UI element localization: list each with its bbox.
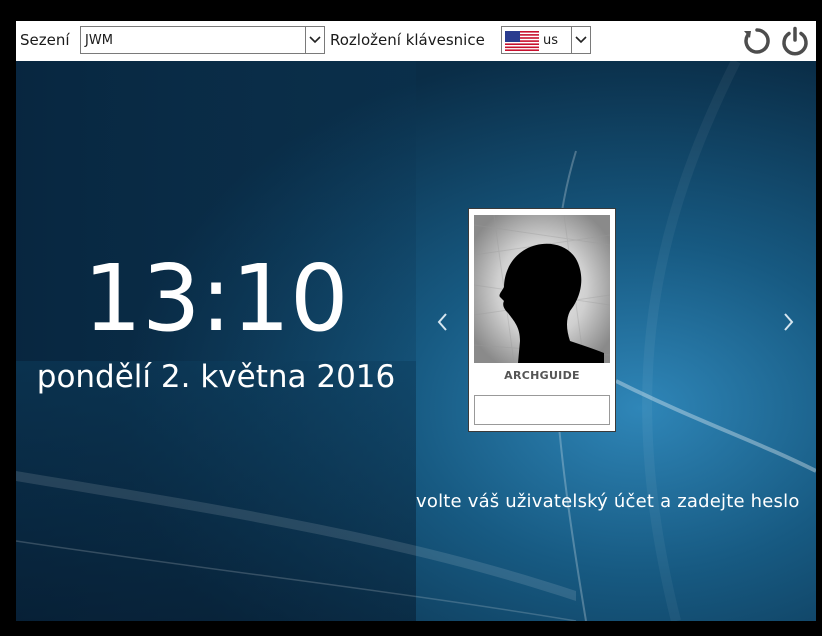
session-label: Sezení xyxy=(20,31,70,49)
keyboard-dropdown-arrow[interactable] xyxy=(571,27,590,53)
top-bar: Sezení JWM Rozložení klávesnice us xyxy=(16,21,816,61)
restart-icon xyxy=(744,28,770,54)
clock-date: pondělí 2. května 2016 xyxy=(36,359,396,395)
user-name: ARCHGUIDE xyxy=(504,369,580,382)
restart-button[interactable] xyxy=(742,26,772,56)
shutdown-button[interactable] xyxy=(780,26,810,56)
user-avatar xyxy=(474,215,610,363)
keyboard-value: us xyxy=(543,33,559,48)
user-card[interactable] xyxy=(468,208,616,432)
session-select[interactable]: JWM xyxy=(80,26,325,54)
clock-time: 13:10 xyxy=(83,245,349,352)
us-flag-icon xyxy=(505,31,539,51)
chevron-right-icon[interactable] xyxy=(782,311,796,333)
chevron-down-icon xyxy=(575,36,587,44)
chevron-down-icon xyxy=(309,36,321,44)
power-icon xyxy=(782,26,808,56)
keyboard-label: Rozložení klávesnice xyxy=(330,31,485,49)
login-hint: volte váš uživatelský účet a zadejte hes… xyxy=(416,491,800,512)
session-value: JWM xyxy=(85,33,113,48)
session-dropdown-arrow[interactable] xyxy=(305,27,324,53)
login-screen: Sezení JWM Rozložení klávesnice us 13:10… xyxy=(16,21,816,621)
chevron-left-icon[interactable] xyxy=(435,311,449,333)
password-input[interactable] xyxy=(474,395,610,425)
keyboard-select[interactable]: us xyxy=(501,26,591,54)
